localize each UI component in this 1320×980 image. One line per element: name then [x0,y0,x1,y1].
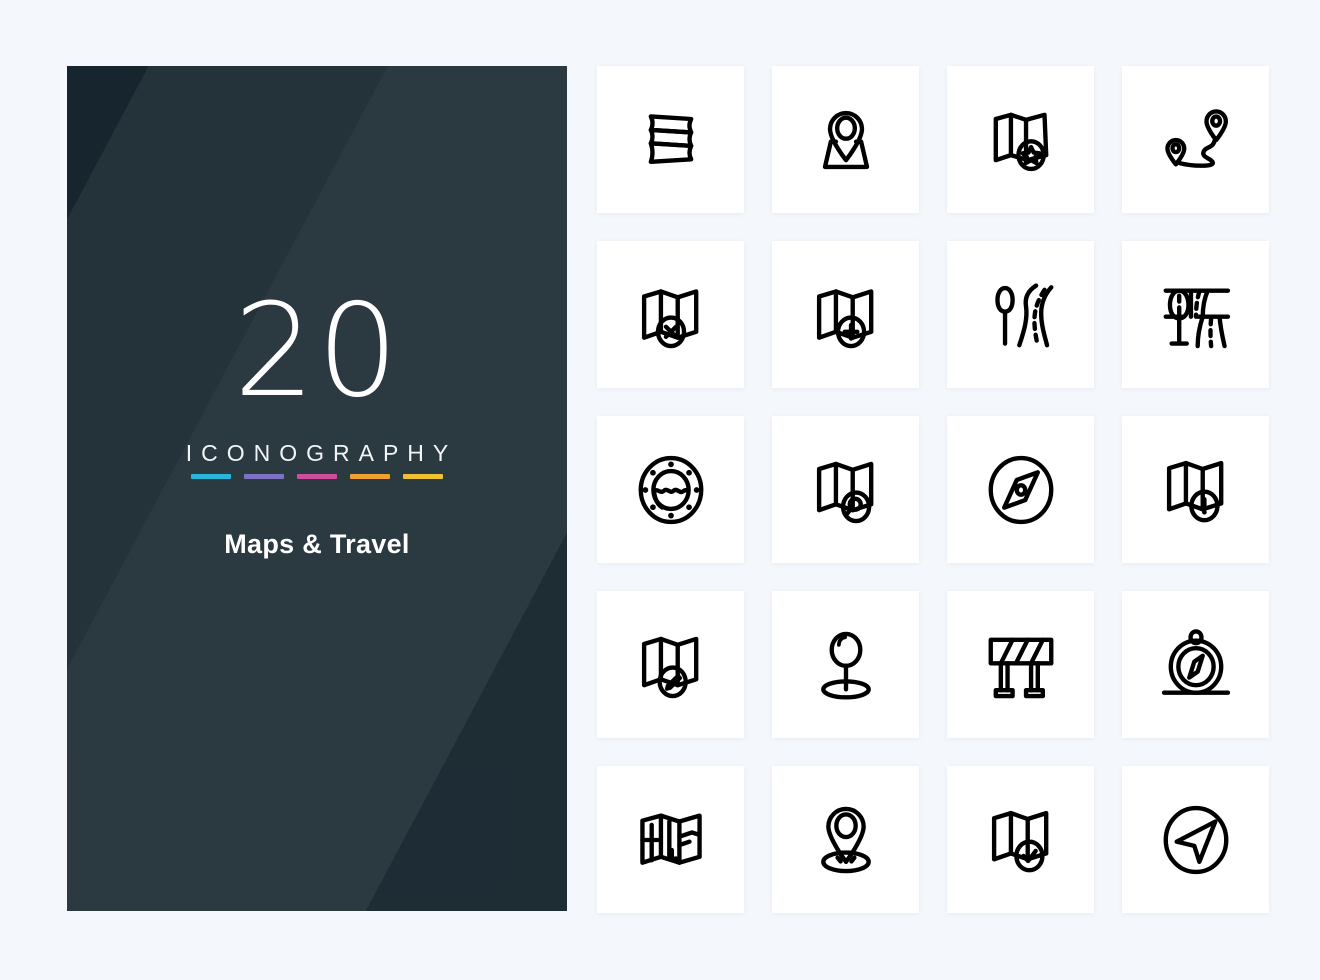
accent-bar-magenta [297,474,337,479]
location-pin-radius-icon [820,806,871,873]
icon-card-road-junction-tree[interactable] [1122,241,1269,388]
map-edit-pencil-icon [641,636,698,698]
road-with-tree-icon [994,282,1053,347]
icon-card-map-pin-on-map[interactable] [772,66,919,213]
icon-card-porthole-window[interactable] [597,416,744,563]
porthole-window-icon [638,455,703,524]
icon-card-map-edit-pencil[interactable] [597,591,744,738]
icon-card-map-marker-pin-stand[interactable] [772,591,919,738]
icon-count: 20 [233,277,401,426]
icon-card-location-pin-radius[interactable] [772,766,919,913]
road-junction-tree-icon [1163,287,1230,348]
map-delete-cross-icon [641,288,698,348]
icon-card-folded-map-horizontal[interactable] [597,66,744,213]
map-check-confirm-icon [991,810,1048,872]
icon-card-map-search[interactable] [772,416,919,563]
icon-card-map-add-plus[interactable] [772,241,919,388]
map-alert-warning-icon [1166,460,1223,522]
icon-grid [597,66,1269,913]
icon-card-map-alert-warning[interactable] [1122,416,1269,563]
icon-card-city-street-map[interactable] [597,766,744,913]
accent-bar-yellow [403,474,443,479]
icon-set-poster: 20 ICONOGRAPHY Maps & Travel [0,0,1320,980]
map-marker-pin-stand-icon [820,631,871,700]
icon-card-compass-circle[interactable] [947,416,1094,563]
compass-circle-icon [988,455,1053,524]
icon-card-map-check-confirm[interactable] [947,766,1094,913]
accent-bar-cyan [191,474,231,479]
map-add-plus-icon [816,288,873,348]
accent-bar-purple [244,474,284,479]
cover-subtitle: Maps & Travel [224,529,410,559]
map-star-favorite-icon [993,112,1048,171]
icon-card-navigation-arrow[interactable] [1122,766,1269,913]
road-barrier-icon [988,637,1053,698]
icon-card-compass-on-stand[interactable] [1122,591,1269,738]
icon-card-route-two-pins[interactable] [1122,66,1269,213]
icon-card-road-with-tree[interactable] [947,241,1094,388]
icon-card-road-barrier[interactable] [947,591,1094,738]
icon-card-map-star-favorite[interactable] [947,66,1094,213]
accent-bar-group [191,474,443,479]
icon-card-map-delete-cross[interactable] [597,241,744,388]
route-two-pins-icon [1164,108,1228,168]
accent-bar-orange [350,474,390,479]
city-street-map-icon [639,812,702,865]
cover-word-iconography: ICONOGRAPHY [185,440,458,466]
compass-on-stand-icon [1161,628,1230,695]
map-search-icon [816,461,873,523]
cover-panel: 20 ICONOGRAPHY Maps & Travel [67,66,567,911]
map-pin-on-map-icon [822,110,869,169]
navigation-arrow-icon [1163,805,1228,874]
folded-map-horizontal-icon [648,113,693,164]
